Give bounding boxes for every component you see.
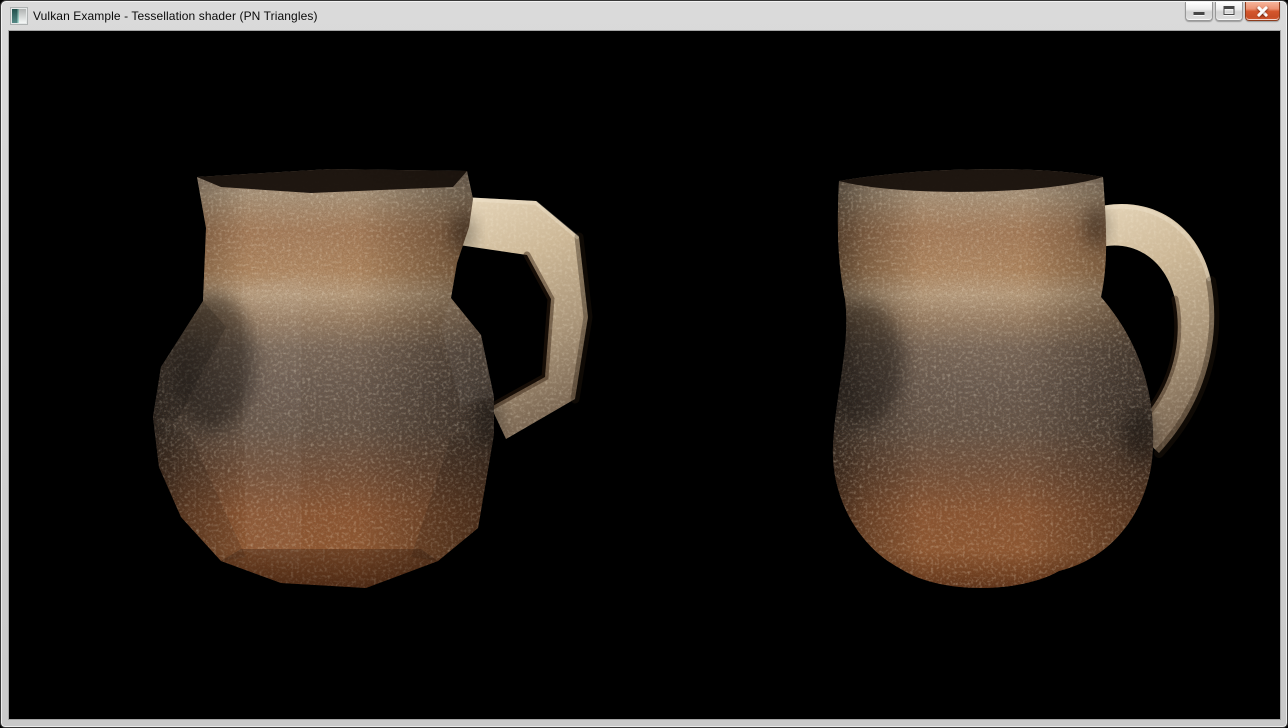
close-icon: [1246, 2, 1279, 20]
jug-low-poly: [151, 167, 593, 599]
app-window: Vulkan Example - Tessellation shader (PN…: [0, 0, 1288, 728]
jug-tessellated: [791, 163, 1231, 599]
minimize-button[interactable]: [1185, 2, 1213, 21]
caption-buttons: [1185, 2, 1280, 21]
window-title: Vulkan Example - Tessellation shader (PN…: [33, 9, 318, 23]
maximize-button[interactable]: [1215, 2, 1243, 21]
app-icon[interactable]: [11, 8, 27, 24]
jug-left-body: [153, 169, 501, 588]
minimize-icon: [1194, 12, 1205, 15]
maximize-icon: [1224, 6, 1235, 15]
jug-right-body: [823, 169, 1155, 588]
close-button[interactable]: [1245, 2, 1280, 21]
titlebar[interactable]: Vulkan Example - Tessellation shader (PN…: [2, 2, 1286, 30]
render-viewport[interactable]: [9, 31, 1280, 719]
